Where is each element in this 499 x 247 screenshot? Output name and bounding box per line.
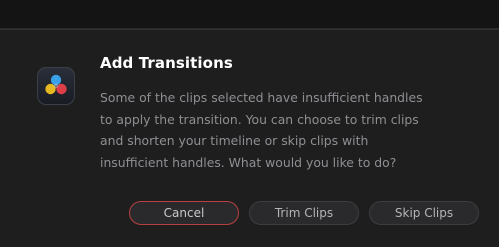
dialog-message: Some of the clips selected have insuffic… <box>100 90 423 170</box>
trim-clips-button[interactable]: Trim Clips <box>249 201 359 225</box>
davinci-resolve-icon <box>37 67 75 105</box>
dialog-title: Add Transitions <box>100 54 233 72</box>
cancel-button[interactable]: Cancel <box>129 201 239 225</box>
skip-clips-button[interactable]: Skip Clips <box>369 201 479 225</box>
background-window <box>0 0 499 29</box>
